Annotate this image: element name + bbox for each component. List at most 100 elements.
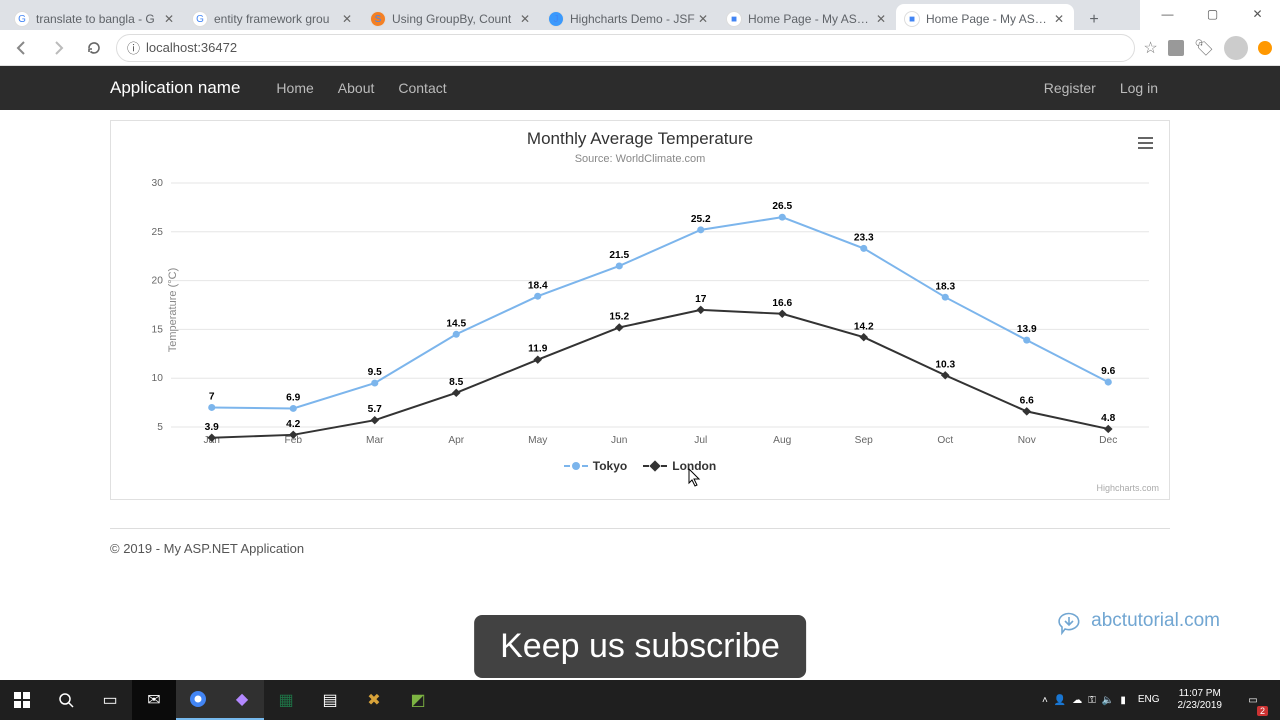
tab-close-icon[interactable]: ✕: [340, 12, 354, 26]
search-button[interactable]: [44, 680, 88, 720]
svg-text:30: 30: [152, 178, 164, 189]
data-point[interactable]: [1105, 379, 1112, 386]
language-indicator[interactable]: ENG: [1132, 694, 1166, 706]
svg-text:Aug: Aug: [773, 435, 791, 446]
chart-plot-area: 51015202530JanFebMarAprMayJunJulAugSepOc…: [171, 183, 1149, 427]
legend-item[interactable]: Tokyo: [564, 459, 627, 473]
chart-credits[interactable]: Highcharts.com: [1096, 483, 1159, 493]
tab-close-icon[interactable]: ✕: [874, 12, 888, 26]
data-point[interactable]: [370, 416, 379, 424]
battery-icon[interactable]: ▮: [1120, 695, 1126, 706]
calculator-icon[interactable]: ▤: [308, 680, 352, 720]
data-point[interactable]: [371, 380, 378, 387]
window-maximize-button[interactable]: ▢: [1190, 0, 1235, 28]
tab-favicon: S: [370, 11, 386, 27]
data-label: 5.7: [368, 404, 383, 415]
profile-avatar[interactable]: [1224, 36, 1248, 60]
data-point[interactable]: [615, 323, 624, 331]
data-label: 14.2: [854, 321, 874, 332]
data-point[interactable]: [453, 331, 460, 338]
address-bar[interactable]: ⓘ localhost:36472: [116, 34, 1135, 62]
tag-icon[interactable]: 🏷: [1194, 38, 1214, 58]
url-text: localhost:36472: [146, 40, 237, 55]
data-point[interactable]: [859, 333, 868, 341]
tab-close-icon[interactable]: ✕: [162, 12, 176, 26]
data-label: 10.3: [935, 359, 955, 370]
notifications-button[interactable]: ▭2: [1234, 680, 1272, 720]
login-link[interactable]: Log in: [1108, 80, 1170, 96]
data-point[interactable]: [534, 293, 541, 300]
series-line-tokyo[interactable]: [212, 217, 1109, 408]
tab-close-icon[interactable]: ✕: [1052, 12, 1066, 26]
tray-up-icon[interactable]: ˄: [1042, 695, 1048, 706]
data-label: 16.6: [772, 298, 792, 309]
data-point[interactable]: [1104, 425, 1113, 433]
visual-studio-icon[interactable]: ◆: [220, 680, 264, 720]
chrome-app-icon[interactable]: [176, 680, 220, 720]
browser-tabbar: G translate to bangla - G ✕G entity fram…: [0, 0, 1140, 34]
task-view-button[interactable]: ▭: [88, 680, 132, 720]
app-brand[interactable]: Application name: [0, 78, 264, 98]
data-point[interactable]: [778, 310, 787, 318]
update-indicator-icon[interactable]: [1258, 41, 1272, 55]
data-label: 11.9: [528, 344, 548, 355]
legend-item[interactable]: London: [643, 459, 716, 473]
tab-close-icon[interactable]: ✕: [518, 12, 532, 26]
nav-link[interactable]: Contact: [386, 80, 458, 96]
system-tray: ˄ 👤 ☁ ⚿ 🔈 ▮ ENG 11:07 PM 2/23/2019 ▭2: [1042, 680, 1280, 720]
data-point[interactable]: [942, 294, 949, 301]
page-footer: © 2019 - My ASP.NET Application: [110, 528, 1170, 556]
reload-button[interactable]: [80, 34, 108, 62]
tab-close-icon[interactable]: ✕: [696, 12, 710, 26]
svg-text:Mar: Mar: [366, 435, 384, 446]
people-icon[interactable]: 👤: [1054, 695, 1066, 706]
data-point[interactable]: [696, 306, 705, 314]
tab-favicon: G: [192, 11, 208, 27]
forward-button[interactable]: [44, 34, 72, 62]
onedrive-icon[interactable]: ☁: [1072, 695, 1082, 706]
clock[interactable]: 11:07 PM 2/23/2019: [1172, 688, 1229, 712]
brand-watermark-text: abctutorial.com: [1091, 610, 1220, 632]
network-icon[interactable]: ⚿: [1088, 695, 1096, 706]
clock-time: 11:07 PM: [1178, 688, 1223, 700]
chart-subtitle: Source: WorldClimate.com: [111, 149, 1169, 165]
svg-text:Nov: Nov: [1018, 435, 1036, 446]
data-label: 18.4: [528, 280, 548, 291]
chart-menu-button[interactable]: [1133, 131, 1157, 155]
chart-container: Monthly Average Temperature Source: Worl…: [110, 120, 1170, 500]
data-point[interactable]: [779, 214, 786, 221]
data-point[interactable]: [860, 245, 867, 252]
app-icon[interactable]: ◩: [396, 680, 440, 720]
data-point[interactable]: [1023, 337, 1030, 344]
data-point[interactable]: [533, 355, 542, 363]
data-point[interactable]: [290, 405, 297, 412]
tools-icon[interactable]: ✖: [352, 680, 396, 720]
data-point[interactable]: [616, 262, 623, 269]
star-icon[interactable]: ☆: [1143, 38, 1157, 58]
mail-app-icon[interactable]: ✉: [132, 680, 176, 720]
chart-title: Monthly Average Temperature: [111, 121, 1169, 149]
data-point[interactable]: [697, 226, 704, 233]
data-label: 9.6: [1101, 366, 1116, 377]
window-close-button[interactable]: ✕: [1235, 0, 1280, 28]
data-point[interactable]: [1022, 407, 1031, 415]
tab-favicon: ■: [726, 11, 742, 27]
register-link[interactable]: Register: [1032, 80, 1108, 96]
window-minimize-button[interactable]: —: [1145, 0, 1190, 28]
start-button[interactable]: [0, 680, 44, 720]
data-label: 6.9: [286, 393, 301, 404]
svg-text:Jun: Jun: [611, 435, 627, 446]
nav-link[interactable]: Home: [264, 80, 325, 96]
notification-badge: 2: [1257, 706, 1268, 716]
excel-icon[interactable]: ▦: [264, 680, 308, 720]
data-label: 17: [695, 294, 707, 305]
data-point[interactable]: [208, 404, 215, 411]
data-point[interactable]: [452, 389, 461, 397]
nav-link[interactable]: About: [326, 80, 387, 96]
svg-text:20: 20: [152, 276, 164, 287]
svg-text:15: 15: [152, 324, 164, 335]
back-button[interactable]: [8, 34, 36, 62]
clock-date: 2/23/2019: [1178, 700, 1223, 712]
extension-icon[interactable]: [1168, 40, 1184, 56]
volume-icon[interactable]: 🔈: [1102, 695, 1114, 706]
